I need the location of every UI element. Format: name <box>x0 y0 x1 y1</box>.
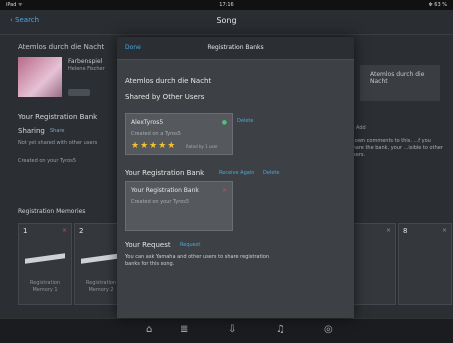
your-request-heading: Your Request <box>125 241 171 249</box>
tab-bar: ⌂ ≣ ⇩ ♫ ◎ <box>0 318 453 343</box>
album-name: Farbenspiel <box>68 58 103 65</box>
memory-number: 8 <box>403 227 408 235</box>
memory-number: 2 <box>79 227 84 235</box>
registration-banks-modal: Done Registration Banks Atemlos durch di… <box>117 37 354 318</box>
download-tab-icon[interactable]: ⇩ <box>228 324 236 335</box>
navigation-bar: ‹ Search Song <box>0 10 453 35</box>
rating-count: Rated by 1 user <box>186 144 218 149</box>
list-tab-icon[interactable]: ≣ <box>180 324 188 335</box>
registration-bank-heading: Your Registration Bank <box>18 113 98 121</box>
clock: 17:16 <box>219 2 234 8</box>
delete-your-bank-button[interactable]: Delete <box>263 170 279 176</box>
memory-label: Registration Memory 1 <box>29 280 61 293</box>
related-song-card[interactable]: Atemlos durch die Nacht <box>360 65 440 101</box>
bank-origin: Created on a Tyros5 <box>131 131 181 137</box>
delete-shared-bank-button[interactable]: Delete <box>237 118 253 124</box>
rating-stars-icon: ★★★★★ <box>131 141 177 151</box>
sharing-heading: Sharing <box>18 127 45 135</box>
add-comment-link[interactable]: Add <box>356 125 366 131</box>
share-link[interactable]: Share <box>50 128 64 134</box>
related-song-title: Atemlos durch die Nacht <box>370 71 425 85</box>
home-tab-icon[interactable]: ⌂ <box>146 324 152 335</box>
shared-bank-card[interactable]: AlexTyros5 ● Created on a Tyros5 ★★★★★ R… <box>125 113 233 155</box>
status-bar: iPad ᯤ 17:16 ✻ 63 % <box>0 0 453 10</box>
song-title: Atemlos durch die Nacht <box>18 43 105 51</box>
bank-owner-name: AlexTyros5 <box>131 119 164 126</box>
memory-slot-1[interactable]: 1 × Registration Memory 1 <box>18 223 72 305</box>
bank-origin: Created on your Tyros5 <box>131 199 190 205</box>
sharing-status: Not yet shared with other users <box>18 140 98 146</box>
keyboard-icon <box>25 253 65 264</box>
modal-header: Done Registration Banks <box>117 37 354 60</box>
music-tab-icon[interactable]: ♫ <box>276 324 285 335</box>
modal-title: Registration Banks <box>207 44 264 51</box>
created-on-label: Created on your Tyros5 <box>18 158 77 164</box>
status-dot-icon: × <box>385 227 391 234</box>
status-dot-icon: × <box>61 227 67 234</box>
battery-label: ✻ 63 % <box>428 2 447 8</box>
close-icon[interactable]: × <box>222 187 227 194</box>
keyboard-icon <box>81 253 121 264</box>
album-art <box>18 57 62 97</box>
receive-again-button[interactable]: Receive Again <box>219 170 254 176</box>
memory-number: 1 <box>23 227 28 235</box>
registration-memories-heading: Registration Memories <box>18 208 86 215</box>
page-title: Song <box>216 16 237 25</box>
status-dot-icon: × <box>441 227 447 234</box>
more-button[interactable] <box>68 89 90 96</box>
artist-name: Helene Fischer <box>68 66 105 72</box>
comment-info-text: ...own comments to this. ...f you share … <box>350 138 443 158</box>
your-bank-card[interactable]: Your Registration Bank × Created on your… <box>125 181 233 231</box>
status-dot-icon: ● <box>221 119 227 126</box>
bank-name: Your Registration Bank <box>131 187 199 194</box>
settings-tab-icon[interactable]: ◎ <box>324 324 333 335</box>
modal-song-title: Atemlos durch die Nacht <box>125 77 212 85</box>
request-button[interactable]: Request <box>180 242 200 248</box>
shared-by-heading: Shared by Other Users <box>125 93 205 101</box>
your-bank-heading: Your Registration Bank <box>125 169 205 177</box>
request-description: You can ask Yamaha and other users to sh… <box>125 254 270 267</box>
memory-slot-8[interactable]: 8 × <box>398 223 452 305</box>
